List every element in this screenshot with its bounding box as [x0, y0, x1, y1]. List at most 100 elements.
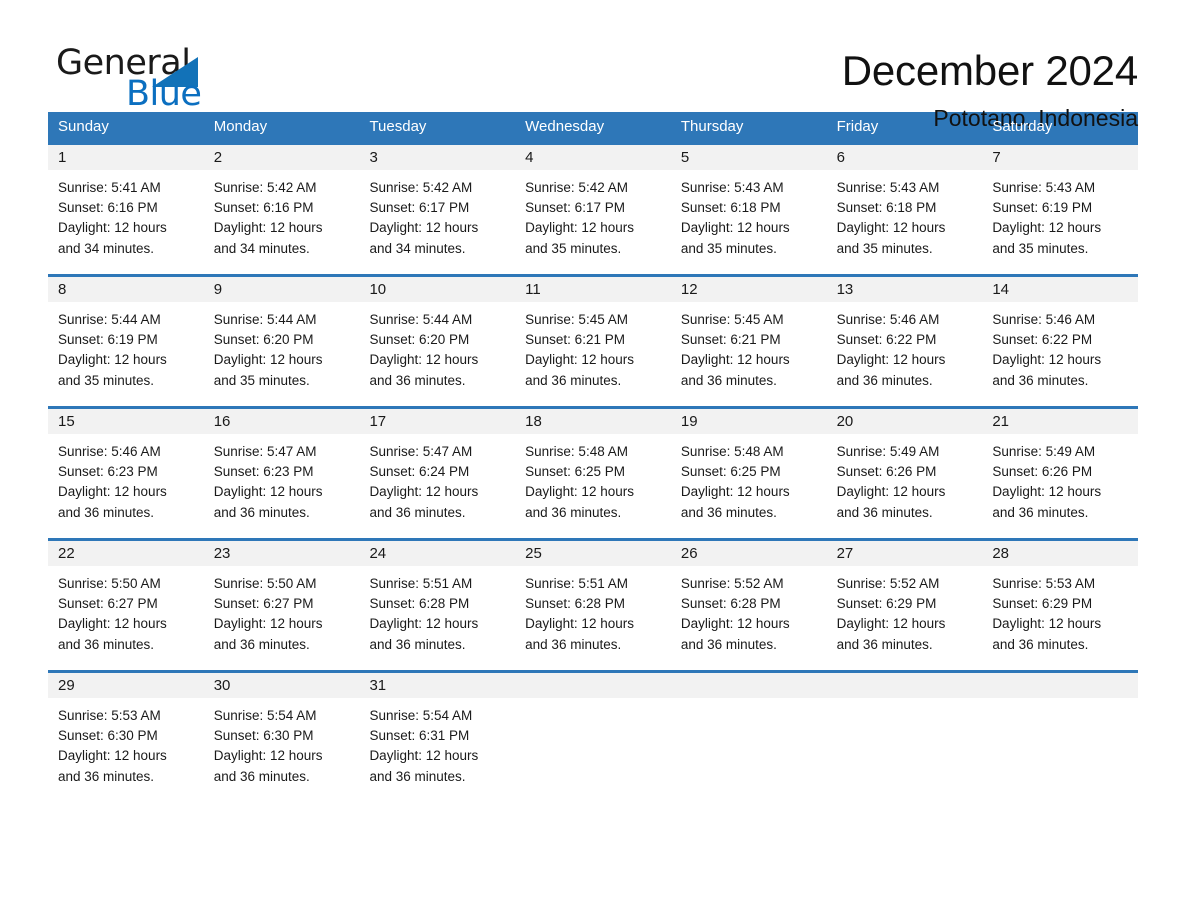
- weekday-header-saturday: Saturday: [992, 118, 1053, 135]
- day-cell[interactable]: 11 Sunrise: 5:45 AM Sunset: 6:21 PM Dayl…: [515, 277, 671, 406]
- sunset-text: Sunset: 6:31 PM: [369, 728, 470, 744]
- day-cell[interactable]: 14 Sunrise: 5:46 AM Sunset: 6:22 PM Dayl…: [982, 277, 1139, 406]
- daylight-text-line1: Daylight: 12 hours: [992, 220, 1102, 236]
- sunrise-text: Sunrise: 5:41 AM: [58, 180, 161, 195]
- sunrise-text: Sunrise: 5:46 AM: [58, 444, 161, 459]
- day-info: Sunrise: 5:49 AM Sunset: 6:26 PM Dayligh…: [827, 434, 983, 523]
- day-cell[interactable]: 22 Sunrise: 5:50 AM Sunset: 6:27 PM Dayl…: [48, 541, 204, 670]
- day-number: 26: [670, 541, 827, 566]
- sunrise-text: Sunrise: 5:46 AM: [836, 312, 940, 327]
- sunrise-text: Sunrise: 5:51 AM: [369, 576, 473, 591]
- day-cell[interactable]: 26 Sunrise: 5:52 AM Sunset: 6:28 PM Dayl…: [670, 541, 827, 670]
- daylight-text-line1: Daylight: 12 hours: [213, 220, 323, 236]
- day-cell[interactable]: 18 Sunrise: 5:48 AM Sunset: 6:25 PM Dayl…: [515, 409, 671, 538]
- sunrise-text: Sunrise: 5:49 AM: [992, 444, 1096, 459]
- weekday-header-tuesday: Tuesday: [369, 118, 427, 135]
- day-number: 28: [982, 541, 1139, 566]
- day-number: 2: [203, 145, 360, 170]
- day-info: Sunrise: 5:43 AM Sunset: 6:19 PM Dayligh…: [982, 170, 1138, 259]
- daylight-text-line2: and 36 minutes.: [213, 636, 310, 652]
- day-cell[interactable]: 10 Sunrise: 5:44 AM Sunset: 6:20 PM Dayl…: [359, 277, 516, 406]
- weekday-header-wednesday: Wednesday: [525, 118, 605, 135]
- day-cell[interactable]: 3 Sunrise: 5:42 AM Sunset: 6:17 PM Dayli…: [359, 145, 516, 274]
- day-cell[interactable]: 2 Sunrise: 5:42 AM Sunset: 6:16 PM Dayli…: [203, 145, 360, 274]
- day-cell[interactable]: 7 Sunrise: 5:43 AM Sunset: 6:19 PM Dayli…: [982, 145, 1139, 274]
- sunrise-text: Sunrise: 5:43 AM: [836, 180, 940, 195]
- day-cell[interactable]: 20 Sunrise: 5:49 AM Sunset: 6:26 PM Dayl…: [826, 409, 983, 538]
- day-info: Sunrise: 5:50 AM Sunset: 6:27 PM Dayligh…: [204, 566, 360, 655]
- day-cell[interactable]: 6 Sunrise: 5:43 AM Sunset: 6:18 PM Dayli…: [826, 145, 983, 274]
- sunset-text: Sunset: 6:18 PM: [836, 200, 937, 216]
- day-cell[interactable]: 5 Sunrise: 5:43 AM Sunset: 6:18 PM Dayli…: [670, 145, 827, 274]
- day-info: Sunrise: 5:49 AM Sunset: 6:26 PM Dayligh…: [982, 434, 1138, 523]
- day-info: Sunrise: 5:44 AM Sunset: 6:20 PM Dayligh…: [204, 302, 360, 391]
- daylight-text-line1: Daylight: 12 hours: [369, 220, 479, 236]
- daylight-text-line1: Daylight: 12 hours: [369, 484, 479, 500]
- day-cell[interactable]: 4 Sunrise: 5:42 AM Sunset: 6:17 PM Dayli…: [515, 145, 671, 274]
- day-info: Sunrise: 5:44 AM Sunset: 6:19 PM Dayligh…: [48, 302, 204, 391]
- day-cell[interactable]: 31 Sunrise: 5:54 AM Sunset: 6:31 PM Dayl…: [359, 673, 516, 786]
- day-cell-empty: [670, 673, 827, 786]
- sunset-text: Sunset: 6:29 PM: [836, 596, 937, 612]
- sunset-text: Sunset: 6:19 PM: [58, 332, 158, 348]
- calendar-page: General Blue December 2024 Pototano, Ind…: [0, 0, 1188, 918]
- day-cell[interactable]: 12 Sunrise: 5:45 AM Sunset: 6:21 PM Dayl…: [670, 277, 827, 406]
- daylight-text-line1: Daylight: 12 hours: [369, 352, 479, 368]
- daylight-text-line2: and 36 minutes.: [680, 636, 777, 652]
- sunset-text: Sunset: 6:24 PM: [369, 464, 470, 480]
- day-cell[interactable]: 9 Sunrise: 5:44 AM Sunset: 6:20 PM Dayli…: [203, 277, 360, 406]
- day-info: Sunrise: 5:41 AM Sunset: 6:16 PM Dayligh…: [48, 170, 204, 259]
- day-number: 24: [359, 541, 516, 566]
- day-info: Sunrise: 5:44 AM Sunset: 6:20 PM Dayligh…: [359, 302, 515, 391]
- sunset-text: Sunset: 6:21 PM: [680, 332, 781, 348]
- day-info: Sunrise: 5:45 AM Sunset: 6:21 PM Dayligh…: [515, 302, 671, 391]
- daylight-text-line2: and 36 minutes.: [213, 504, 310, 520]
- daylight-text-line2: and 36 minutes.: [992, 372, 1089, 388]
- day-info: Sunrise: 5:54 AM Sunset: 6:30 PM Dayligh…: [204, 698, 360, 786]
- sunrise-text: Sunrise: 5:44 AM: [369, 312, 473, 327]
- day-cell[interactable]: 28 Sunrise: 5:53 AM Sunset: 6:29 PM Dayl…: [982, 541, 1139, 670]
- day-number: 17: [359, 409, 516, 434]
- daylight-text-line2: and 36 minutes.: [58, 636, 155, 652]
- daylight-text-line1: Daylight: 12 hours: [213, 484, 323, 500]
- day-number: 3: [359, 145, 516, 170]
- day-cell[interactable]: 15 Sunrise: 5:46 AM Sunset: 6:23 PM Dayl…: [48, 409, 204, 538]
- sunset-text: Sunset: 6:26 PM: [992, 464, 1093, 480]
- daylight-text-line1: Daylight: 12 hours: [369, 748, 479, 764]
- sunset-text: Sunset: 6:19 PM: [992, 200, 1093, 216]
- daylight-text-line2: and 36 minutes.: [525, 504, 622, 520]
- sunset-text: Sunset: 6:30 PM: [213, 728, 314, 744]
- daylight-text-line1: Daylight: 12 hours: [992, 352, 1102, 368]
- daylight-text-line2: and 36 minutes.: [836, 636, 933, 652]
- sunset-text: Sunset: 6:20 PM: [213, 332, 314, 348]
- day-cell[interactable]: 13 Sunrise: 5:46 AM Sunset: 6:22 PM Dayl…: [826, 277, 983, 406]
- day-info: Sunrise: 5:42 AM Sunset: 6:17 PM Dayligh…: [515, 170, 671, 259]
- day-cell[interactable]: 27 Sunrise: 5:52 AM Sunset: 6:29 PM Dayl…: [826, 541, 983, 670]
- daylight-text-line1: Daylight: 12 hours: [525, 484, 634, 500]
- day-number: 22: [48, 541, 204, 566]
- day-cell[interactable]: 23 Sunrise: 5:50 AM Sunset: 6:27 PM Dayl…: [203, 541, 360, 670]
- day-cell[interactable]: 8 Sunrise: 5:44 AM Sunset: 6:19 PM Dayli…: [48, 277, 204, 406]
- daylight-text-line2: and 35 minutes.: [992, 240, 1089, 256]
- day-cell[interactable]: 19 Sunrise: 5:48 AM Sunset: 6:25 PM Dayl…: [670, 409, 827, 538]
- day-number: 7: [982, 145, 1139, 170]
- day-cell[interactable]: 17 Sunrise: 5:47 AM Sunset: 6:24 PM Dayl…: [359, 409, 516, 538]
- day-number: 10: [359, 277, 516, 302]
- sunrise-text: Sunrise: 5:42 AM: [369, 180, 473, 195]
- sunset-text: Sunset: 6:27 PM: [213, 596, 314, 612]
- day-cell[interactable]: 21 Sunrise: 5:49 AM Sunset: 6:26 PM Dayl…: [982, 409, 1139, 538]
- day-cell[interactable]: 16 Sunrise: 5:47 AM Sunset: 6:23 PM Dayl…: [203, 409, 360, 538]
- day-cell-empty: [982, 673, 1139, 786]
- day-cell[interactable]: 1 Sunrise: 5:41 AM Sunset: 6:16 PM Dayli…: [48, 145, 204, 274]
- sunset-text: Sunset: 6:22 PM: [836, 332, 937, 348]
- sunset-text: Sunset: 6:27 PM: [58, 596, 158, 612]
- day-cell[interactable]: 24 Sunrise: 5:51 AM Sunset: 6:28 PM Dayl…: [359, 541, 516, 670]
- day-info: Sunrise: 5:51 AM Sunset: 6:28 PM Dayligh…: [515, 566, 671, 655]
- day-info: Sunrise: 5:53 AM Sunset: 6:29 PM Dayligh…: [982, 566, 1138, 655]
- day-cell[interactable]: 25 Sunrise: 5:51 AM Sunset: 6:28 PM Dayl…: [515, 541, 671, 670]
- day-info: Sunrise: 5:42 AM Sunset: 6:16 PM Dayligh…: [204, 170, 360, 259]
- daylight-text-line2: and 36 minutes.: [369, 504, 466, 520]
- day-cell[interactable]: 30 Sunrise: 5:54 AM Sunset: 6:30 PM Dayl…: [203, 673, 360, 786]
- day-cell[interactable]: 29 Sunrise: 5:53 AM Sunset: 6:30 PM Dayl…: [48, 673, 204, 786]
- sunrise-text: Sunrise: 5:48 AM: [680, 444, 784, 459]
